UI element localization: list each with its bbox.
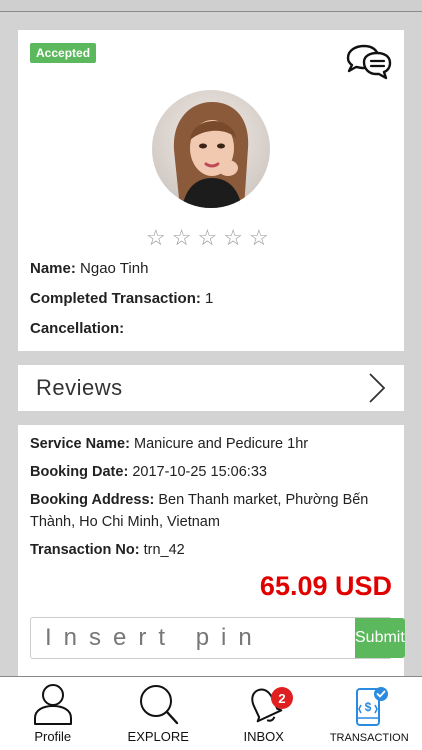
cancellation-row: Cancellation: [30, 320, 124, 337]
status-bar-strip [0, 0, 422, 12]
svg-text:$: $ [365, 700, 372, 714]
star-icon: ☆ [223, 225, 243, 250]
name-row: Name: Ngao Tinh [30, 260, 148, 277]
star-icon: ☆ [197, 225, 218, 250]
tab-inbox-label: INBOX [243, 729, 284, 744]
service-name-label: Service Name: [30, 436, 130, 452]
service-name-row: Service Name: Manicure and Pedicure 1hr [30, 433, 392, 455]
provider-profile-card: Accepted ☆ ☆ ☆ ☆ ☆ Name: Ngao Tinh Compl… [18, 30, 404, 351]
reviews-row[interactable]: Reviews [18, 365, 404, 411]
completed-transaction-row: Completed Transaction: 1 [30, 290, 213, 307]
tab-explore-label: EXPLORE [127, 729, 189, 744]
star-icon: ☆ [171, 225, 192, 250]
rating-stars: ☆ ☆ ☆ ☆ ☆ [146, 227, 269, 249]
pin-input[interactable] [31, 618, 355, 658]
inbox-count-badge: 2 [271, 687, 293, 709]
tab-transaction[interactable]: $ TRANSACTION [317, 677, 422, 750]
booking-date-value: 2017-10-25 15:06:33 [132, 464, 267, 480]
transaction-number-row: Transaction No: trn_42 [30, 539, 392, 561]
tab-transaction-label: TRANSACTION [329, 732, 409, 744]
chevron-right-icon [369, 373, 386, 403]
phone-payment-icon: $ [356, 687, 389, 726]
name-value: Ngao Tinh [80, 260, 149, 277]
tab-inbox[interactable]: 2 INBOX [211, 677, 317, 750]
booking-date-row: Booking Date: 2017-10-25 15:06:33 [30, 461, 392, 483]
service-name-value: Manicure and Pedicure 1hr [133, 436, 309, 452]
name-label: Name: [30, 260, 76, 277]
booking-address-row: Booking Address: Ben Thanh market, Phườn… [30, 489, 392, 533]
tab-explore[interactable]: EXPLORE [106, 677, 212, 750]
star-icon: ☆ [146, 225, 166, 250]
transaction-card: Service Name: Manicure and Pedicure 1hr … [18, 425, 405, 680]
status-badge: Accepted [30, 43, 97, 63]
pin-entry-row: Submit [30, 617, 405, 659]
search-icon [140, 685, 179, 725]
chat-bubbles-icon[interactable] [344, 44, 392, 80]
bottom-tab-bar: Profile EXPLORE 2 INBOX $ TRANSACTION [0, 676, 422, 750]
avatar [152, 90, 270, 208]
tab-profile-label: Profile [34, 729, 72, 744]
person-icon [33, 684, 72, 725]
tab-profile[interactable]: Profile [0, 677, 106, 750]
transaction-number-value: trn_42 [143, 542, 185, 558]
submit-button[interactable]: Submit [355, 618, 405, 658]
reviews-title: Reviews [36, 375, 123, 400]
transaction-price: 65.09 USD [259, 571, 392, 601]
star-icon: ☆ [248, 225, 269, 250]
completed-transaction-value: 1 [205, 290, 214, 307]
transaction-number-label: Transaction No: [30, 542, 140, 558]
booking-address-label: Booking Address: [30, 492, 155, 508]
completed-transaction-label: Completed Transaction: [30, 290, 201, 307]
booking-date-label: Booking Date: [30, 464, 129, 480]
cancellation-label: Cancellation: [30, 320, 125, 337]
